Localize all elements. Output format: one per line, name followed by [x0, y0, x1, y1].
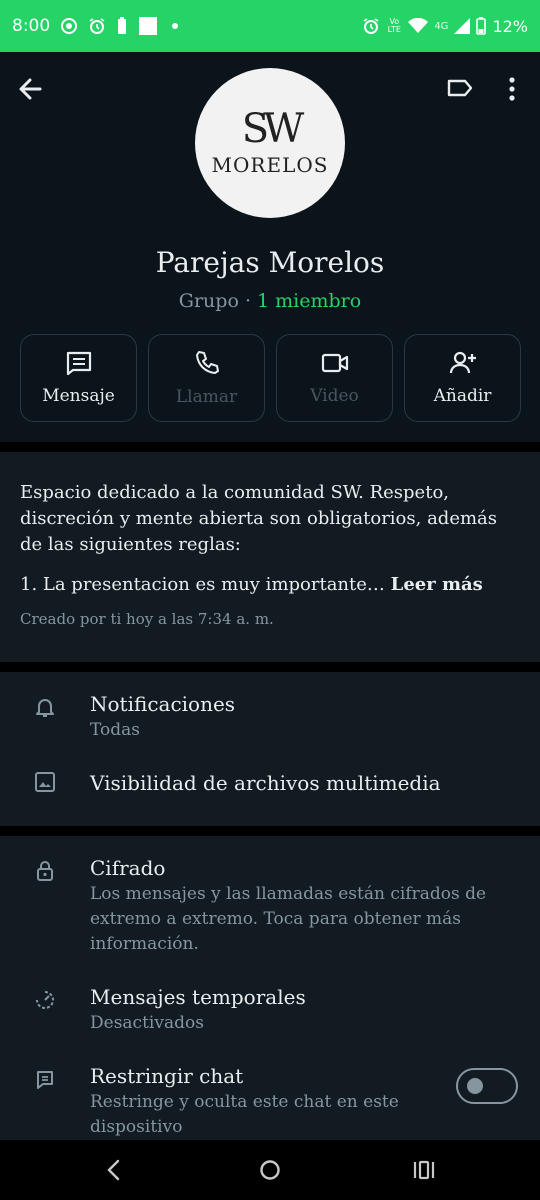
chat-lock-icon: [37, 1071, 53, 1089]
member-count[interactable]: 1 miembro: [257, 290, 361, 312]
label-button[interactable]: [444, 72, 476, 104]
bell-icon: [36, 699, 54, 717]
network-type: 4G: [434, 20, 449, 32]
timer-icon: [36, 991, 54, 1009]
battery-saver-icon: [116, 17, 128, 35]
overflow-menu-button[interactable]: [500, 72, 524, 106]
avatar-logo-top: SW: [241, 106, 304, 152]
notifications-title: Notificaciones: [90, 692, 236, 716]
description-rule-line: 1. La presentacion es muy importante… Le…: [20, 572, 520, 598]
battery-icon: [476, 17, 487, 35]
video-button[interactable]: Video: [276, 334, 393, 422]
message-icon: [66, 351, 91, 376]
privacy-settings-section: Cifrado Los mensajes y las llamadas está…: [0, 836, 540, 1140]
separator: ·: [244, 290, 251, 312]
alarm-icon: [88, 17, 106, 35]
disappearing-messages-row[interactable]: Mensajes temporales Desactivados: [0, 985, 540, 1036]
disappearing-messages-title: Mensajes temporales: [90, 985, 306, 1009]
back-arrow-icon: [19, 78, 42, 100]
group-description[interactable]: Espacio dedicado a la comunidad SW. Resp…: [0, 452, 540, 662]
status-time: 8:00: [12, 16, 51, 36]
group-name: Parejas Morelos: [155, 246, 385, 279]
volte-indicator: Vo LTE: [387, 17, 401, 34]
rule-preview: 1. La presentacion es muy importante…: [20, 574, 385, 595]
call-button-label: Llamar: [175, 387, 238, 407]
encryption-description: Los mensajes y las llamadas están cifrad…: [90, 884, 487, 954]
disappearing-messages-value: Desactivados: [90, 1013, 204, 1033]
message-button[interactable]: Mensaje: [20, 334, 137, 422]
video-button-label: Video: [310, 386, 359, 406]
group-avatar[interactable]: SW MORELOS: [195, 68, 345, 218]
video-icon: [321, 353, 348, 373]
group-subtitle: Grupo · 1 miembro: [0, 290, 540, 312]
encryption-title: Cifrado: [90, 856, 166, 880]
chat-lock-toggle[interactable]: [456, 1068, 518, 1104]
notifications-row[interactable]: Notificaciones Todas: [0, 692, 540, 743]
alarm-icon: [362, 17, 380, 35]
encryption-row[interactable]: Cifrado Los mensajes y las llamadas está…: [0, 856, 540, 957]
avatar-logo-bottom: MORELOS: [211, 153, 329, 177]
sync-icon: [60, 17, 78, 35]
action-buttons: Mensaje Llamar Video Añadir: [20, 334, 521, 422]
system-nav-bar: [0, 1140, 540, 1200]
image-icon: [35, 772, 55, 792]
call-button[interactable]: Llamar: [148, 334, 265, 422]
group-type: Grupo: [178, 290, 239, 312]
more-vert-icon: [509, 77, 515, 101]
media-visibility-title: Visibilidad de archivos multimedia: [90, 771, 441, 795]
add-member-button-label: Añadir: [433, 386, 492, 406]
add-person-icon: [449, 351, 476, 374]
dot-icon: [168, 19, 182, 33]
label-icon: [447, 79, 473, 97]
chat-lock-description: Restringe y oculta este chat en este dis…: [90, 1092, 399, 1137]
lock-icon: [37, 861, 53, 881]
back-button[interactable]: [14, 72, 48, 106]
status-bar: 8:00 Vo LTE 4G 12%: [0, 0, 540, 52]
notifications-value: Todas: [90, 720, 140, 740]
phone-icon: [195, 351, 219, 374]
created-info: Creado por ti hoy a las 7:34 a. m.: [20, 610, 274, 628]
section-divider: [0, 442, 540, 452]
message-button-label: Mensaje: [42, 386, 115, 406]
description-text: Espacio dedicado a la comunidad SW. Resp…: [20, 482, 498, 555]
signal-icon: [454, 18, 471, 34]
section-divider: [0, 826, 540, 836]
nav-home-icon[interactable]: [258, 1158, 282, 1182]
chat-lock-title: Restringir chat: [90, 1064, 244, 1088]
add-member-button[interactable]: Añadir: [404, 334, 521, 422]
chat-lock-row[interactable]: Restringir chat Restringe y oculta este …: [0, 1064, 540, 1140]
media-visibility-row[interactable]: Visibilidad de archivos multimedia: [0, 771, 540, 795]
toggle-knob: [467, 1078, 483, 1094]
notification-settings-section: Notificaciones Todas Visibilidad de arch…: [0, 672, 540, 826]
battery-percent: 12%: [492, 16, 528, 36]
nav-back-icon[interactable]: [102, 1158, 126, 1182]
section-divider: [0, 662, 540, 672]
group-header: SW MORELOS Parejas Morelos Grupo · 1 mie…: [0, 52, 540, 442]
notification-square-icon: [138, 16, 158, 36]
wifi-icon: [408, 18, 429, 34]
nav-recents-icon[interactable]: [412, 1158, 436, 1182]
read-more-link[interactable]: Leer más: [391, 574, 483, 595]
